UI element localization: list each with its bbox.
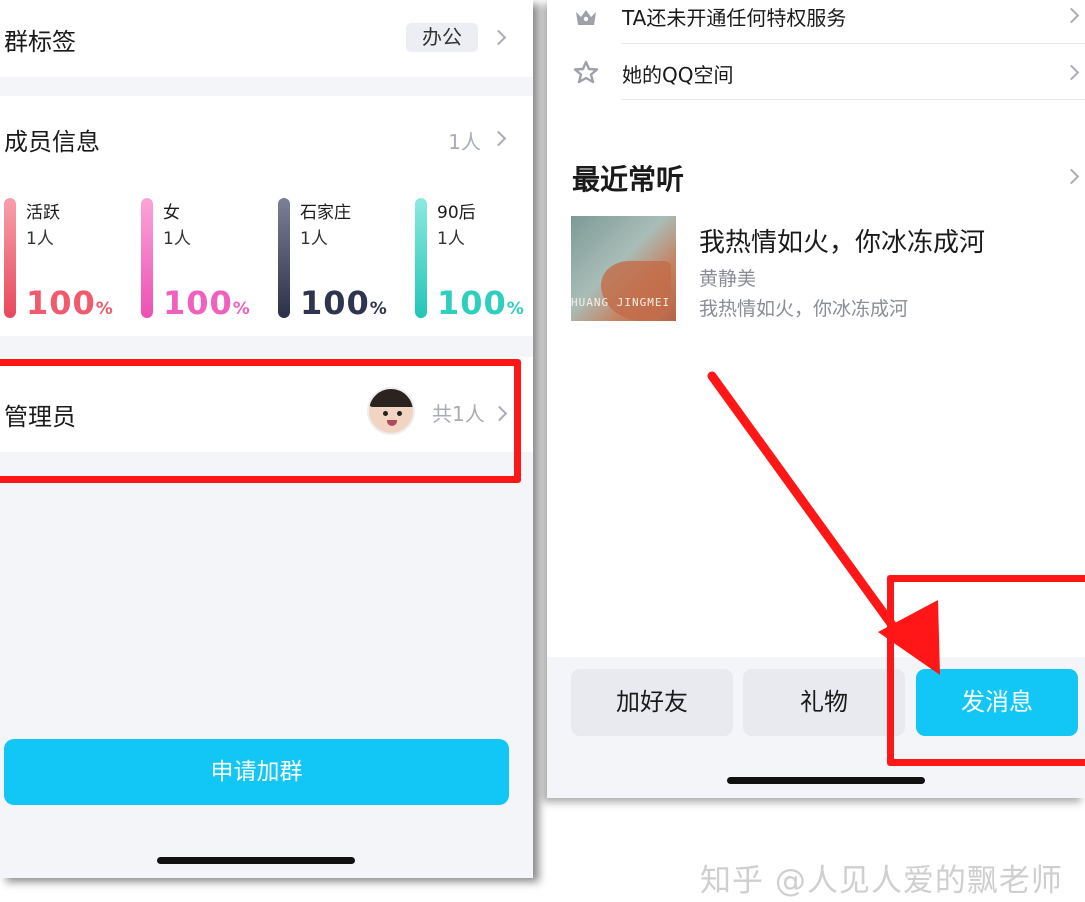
privilege-row[interactable]: TA还未开通任何特权服务 [547,0,1085,44]
stat-bar [4,198,16,318]
stat-bar [141,198,153,318]
stat-count: 1人 [437,229,465,249]
member-count: 1人 [448,130,481,154]
group-tag-badge: 办公 [406,23,478,52]
stat-count: 1人 [26,229,54,249]
song-title[interactable]: 我热情如火，你冰冻成河 [699,222,985,259]
chevron-right-icon [1063,64,1080,81]
member-info-label: 成员信息 [4,128,100,156]
recent-listening-title: 最近常听 [572,163,685,196]
stat-percent: 100% [26,284,114,322]
add-friend-button[interactable]: 加好友 [571,669,733,736]
home-indicator [157,857,355,864]
album-cover-text: HUANG JINGMEI [571,296,671,309]
song-artist: 黄静美 [699,268,757,290]
stat-percent: 100% [163,284,251,322]
group-tag-label: 群标签 [4,28,76,56]
stat-count: 1人 [163,229,191,249]
chevron-right-icon[interactable] [1063,168,1080,185]
album-cover[interactable]: HUANG JINGMEI [571,216,676,321]
member-info-section[interactable]: 成员信息 1人 活跃 1人 100% 女 1人 100% 石家庄 1人 100%… [0,96,533,336]
qzone-row[interactable]: 她的QQ空间 [547,44,1085,100]
apply-join-button[interactable]: 申请加群 [4,739,509,805]
stat-location: 石家庄 1人 100% [278,196,408,322]
stat-gender: 女 1人 100% [141,196,271,322]
stat-label: 90后 [437,203,476,223]
stat-bar [415,198,427,318]
crown-icon [576,10,596,25]
highlight-box-send [887,575,1085,766]
chevron-right-icon [490,29,507,46]
song-album: 我热情如火，你冰冻成河 [699,298,909,320]
privilege-text: TA还未开通任何特权服务 [622,6,847,30]
stat-active: 活跃 1人 100% [4,196,134,322]
star-icon [573,60,599,84]
group-tag-row[interactable]: 群标签 办公 [0,0,533,77]
stat-bar [278,198,290,318]
group-profile-panel: 群标签 办公 成员信息 1人 活跃 1人 100% 女 1人 100% 石家庄 … [0,0,533,878]
gift-button[interactable]: 礼物 [743,669,905,736]
chevron-right-icon [1063,7,1080,24]
stat-age: 90后 1人 100% [415,196,533,322]
highlight-box-admin [0,359,521,483]
stat-label: 石家庄 [300,203,351,223]
watermark: 知乎 @人见人爱的飘老师 [700,863,1063,899]
home-indicator [727,777,925,784]
stat-label: 活跃 [26,203,60,223]
stat-label: 女 [163,203,180,223]
chevron-right-icon [490,130,507,147]
stat-count: 1人 [300,229,328,249]
qzone-text: 她的QQ空间 [622,63,734,87]
stat-percent: 100% [437,284,525,322]
stat-percent: 100% [300,284,388,322]
